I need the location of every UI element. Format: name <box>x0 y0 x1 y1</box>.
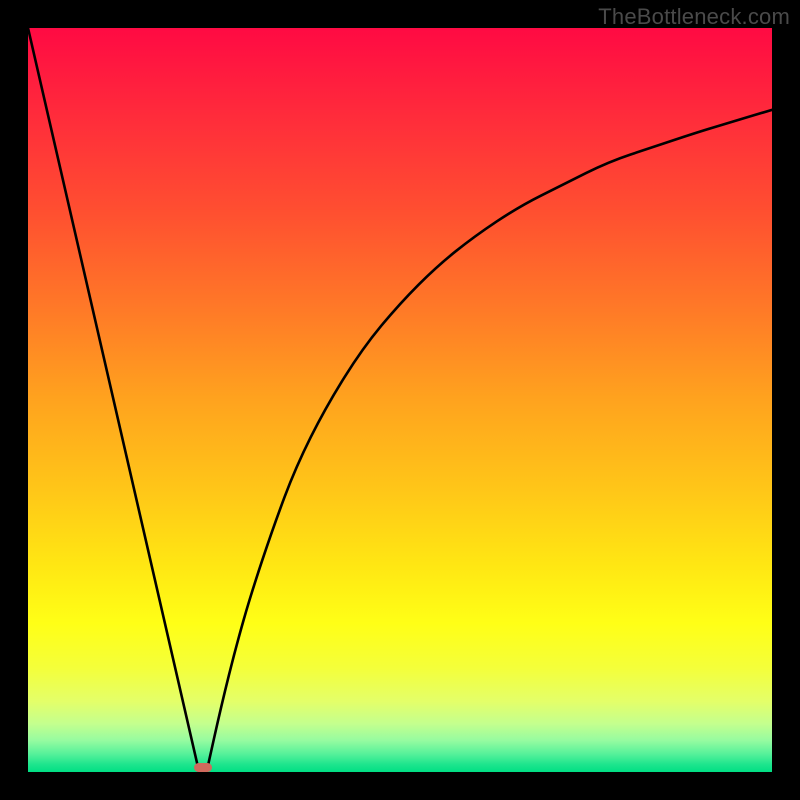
curve-right-curve <box>207 110 772 772</box>
chart-frame: TheBottleneck.com <box>0 0 800 800</box>
plot-area <box>28 28 772 772</box>
minimum-marker <box>194 763 212 772</box>
watermark-text: TheBottleneck.com <box>598 4 790 30</box>
curve-layer <box>28 28 772 772</box>
curve-left-line <box>28 28 199 772</box>
